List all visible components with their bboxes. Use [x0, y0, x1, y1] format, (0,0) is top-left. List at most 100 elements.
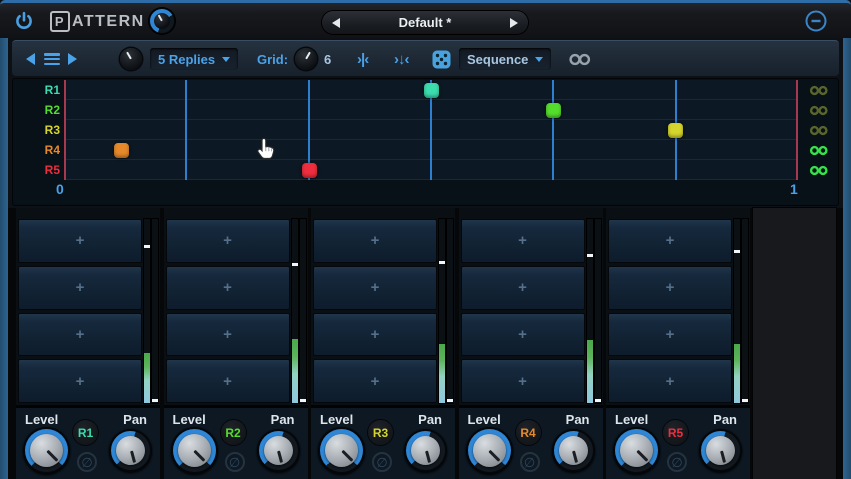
collapse-vertical-icon[interactable]: ›↓‹ — [394, 41, 409, 77]
fader-handle[interactable] — [439, 261, 445, 264]
step-forward-button[interactable] — [68, 41, 77, 77]
add-effect-slot[interactable]: + — [18, 266, 142, 310]
add-effect-slot[interactable]: + — [608, 313, 732, 357]
fader-handle[interactable] — [734, 250, 740, 253]
sequence-node-r5[interactable] — [302, 163, 317, 178]
strip-meter — [595, 219, 601, 403]
add-effect-slot[interactable]: + — [313, 359, 437, 403]
power-icon[interactable] — [14, 11, 34, 31]
menu-icon[interactable] — [44, 41, 60, 77]
plus-icon: + — [76, 279, 85, 296]
preset-next-icon[interactable] — [510, 18, 518, 28]
axis-label-end: 1 — [790, 181, 798, 197]
fader-handle[interactable] — [292, 263, 298, 266]
phase-invert-button[interactable]: ∅ — [77, 452, 97, 472]
sequence-node-r3[interactable] — [668, 123, 683, 138]
add-effect-slot[interactable]: + — [313, 313, 437, 357]
pan-label: Pan — [418, 412, 442, 427]
channel-strip-r2: ++++ Level Pan R2 ∅ — [164, 208, 308, 479]
add-effect-slot[interactable]: + — [608, 359, 732, 403]
preset-selector[interactable]: Default * — [322, 11, 528, 34]
pan-knob[interactable] — [109, 429, 152, 472]
drywet-knob[interactable] — [149, 8, 175, 34]
add-effect-slot[interactable]: + — [313, 219, 437, 263]
add-effect-slot[interactable]: + — [461, 359, 585, 403]
fader-handle[interactable] — [587, 254, 593, 257]
channel-strip-r1: ++++ Level Pan R1 ∅ — [16, 208, 160, 479]
level-knob[interactable] — [466, 427, 513, 474]
window-frame-right — [843, 36, 851, 479]
meter-fill — [439, 344, 445, 403]
sequence-node-r2[interactable] — [546, 103, 561, 118]
strip-meter — [742, 219, 748, 403]
phase-invert-button[interactable]: ∅ — [372, 452, 392, 472]
level-label: Level — [25, 412, 58, 427]
plus-icon: + — [223, 326, 232, 343]
meter-bottom-tick — [152, 399, 158, 402]
strip-fader-meter[interactable] — [144, 219, 150, 403]
pan-knob[interactable] — [699, 429, 742, 472]
sequencer-panel: R1R2R3R4R5 0 1 — [12, 78, 839, 206]
link-all-icon[interactable] — [568, 41, 592, 77]
phase-invert-button[interactable]: ∅ — [667, 452, 687, 472]
add-effect-slot[interactable]: + — [166, 313, 290, 357]
sequencer-plot[interactable] — [64, 80, 798, 180]
randomize-dice-icon[interactable] — [432, 41, 451, 77]
plus-icon: + — [518, 373, 527, 390]
step-back-button[interactable] — [26, 41, 35, 77]
row-link-icon-r3[interactable] — [806, 120, 832, 140]
row-link-icon-r1[interactable] — [806, 80, 832, 100]
grid-knob[interactable] — [295, 41, 317, 77]
add-effect-slot[interactable]: + — [313, 266, 437, 310]
strip-fader-meter[interactable] — [587, 219, 593, 403]
add-effect-slot[interactable]: + — [166, 266, 290, 310]
add-effect-slot[interactable]: + — [18, 219, 142, 263]
add-effect-slot[interactable]: + — [608, 266, 732, 310]
add-effect-slot[interactable]: + — [461, 219, 585, 263]
level-knob[interactable] — [318, 427, 365, 474]
pan-knob[interactable] — [257, 429, 300, 472]
sequence-node-r1[interactable] — [424, 83, 439, 98]
meter-fill — [734, 344, 740, 403]
strip-knob-panel: Level Pan R1 ∅ — [16, 405, 160, 479]
row-link-icon-r2[interactable] — [806, 100, 832, 120]
strip-fader-meter[interactable] — [439, 219, 445, 403]
add-effect-slot[interactable]: + — [608, 219, 732, 263]
add-effect-slot[interactable]: + — [461, 266, 585, 310]
level-knob[interactable] — [171, 427, 218, 474]
phase-invert-button[interactable]: ∅ — [520, 452, 540, 472]
preset-prev-icon[interactable] — [332, 18, 340, 28]
effect-slot-column: ++++ — [18, 219, 142, 403]
channel-strips-section: ++++ Level Pan R1 ∅ ++++ Level Pan R — [8, 208, 843, 479]
pan-label: Pan — [566, 412, 590, 427]
level-knob[interactable] — [613, 427, 660, 474]
title-bar: P ATTERN Default * — [0, 0, 851, 38]
collapse-horizontal-icon[interactable]: ›|‹ — [357, 41, 368, 77]
mode-dropdown[interactable]: Sequence — [459, 41, 551, 77]
add-effect-slot[interactable]: + — [166, 359, 290, 403]
minimize-icon[interactable] — [805, 10, 827, 32]
replies-knob[interactable] — [120, 41, 142, 77]
fader-handle[interactable] — [144, 245, 150, 248]
plus-icon: + — [666, 232, 675, 249]
add-effect-slot[interactable]: + — [18, 359, 142, 403]
logo-text: ATTERN — [72, 13, 145, 31]
level-knob[interactable] — [23, 427, 70, 474]
add-effect-slot[interactable]: + — [18, 313, 142, 357]
plus-icon: + — [76, 232, 85, 249]
sequence-node-r4[interactable] — [114, 143, 129, 158]
plus-icon: + — [371, 279, 380, 296]
row-link-icon-r5[interactable] — [806, 160, 832, 180]
add-effect-slot[interactable]: + — [166, 219, 290, 263]
add-effect-slot[interactable]: + — [461, 313, 585, 357]
strip-fader-meter[interactable] — [734, 219, 740, 403]
pan-knob[interactable] — [404, 429, 447, 472]
strip-knob-panel: Level Pan R3 ∅ — [311, 405, 455, 479]
pan-knob[interactable] — [552, 429, 595, 472]
phase-invert-button[interactable]: ∅ — [225, 452, 245, 472]
strip-fader-meter[interactable] — [292, 219, 298, 403]
chevron-down-icon — [222, 57, 230, 62]
row-link-icon-r4[interactable] — [806, 140, 832, 160]
replies-dropdown[interactable]: 5 Replies — [150, 41, 238, 77]
level-label: Level — [615, 412, 648, 427]
